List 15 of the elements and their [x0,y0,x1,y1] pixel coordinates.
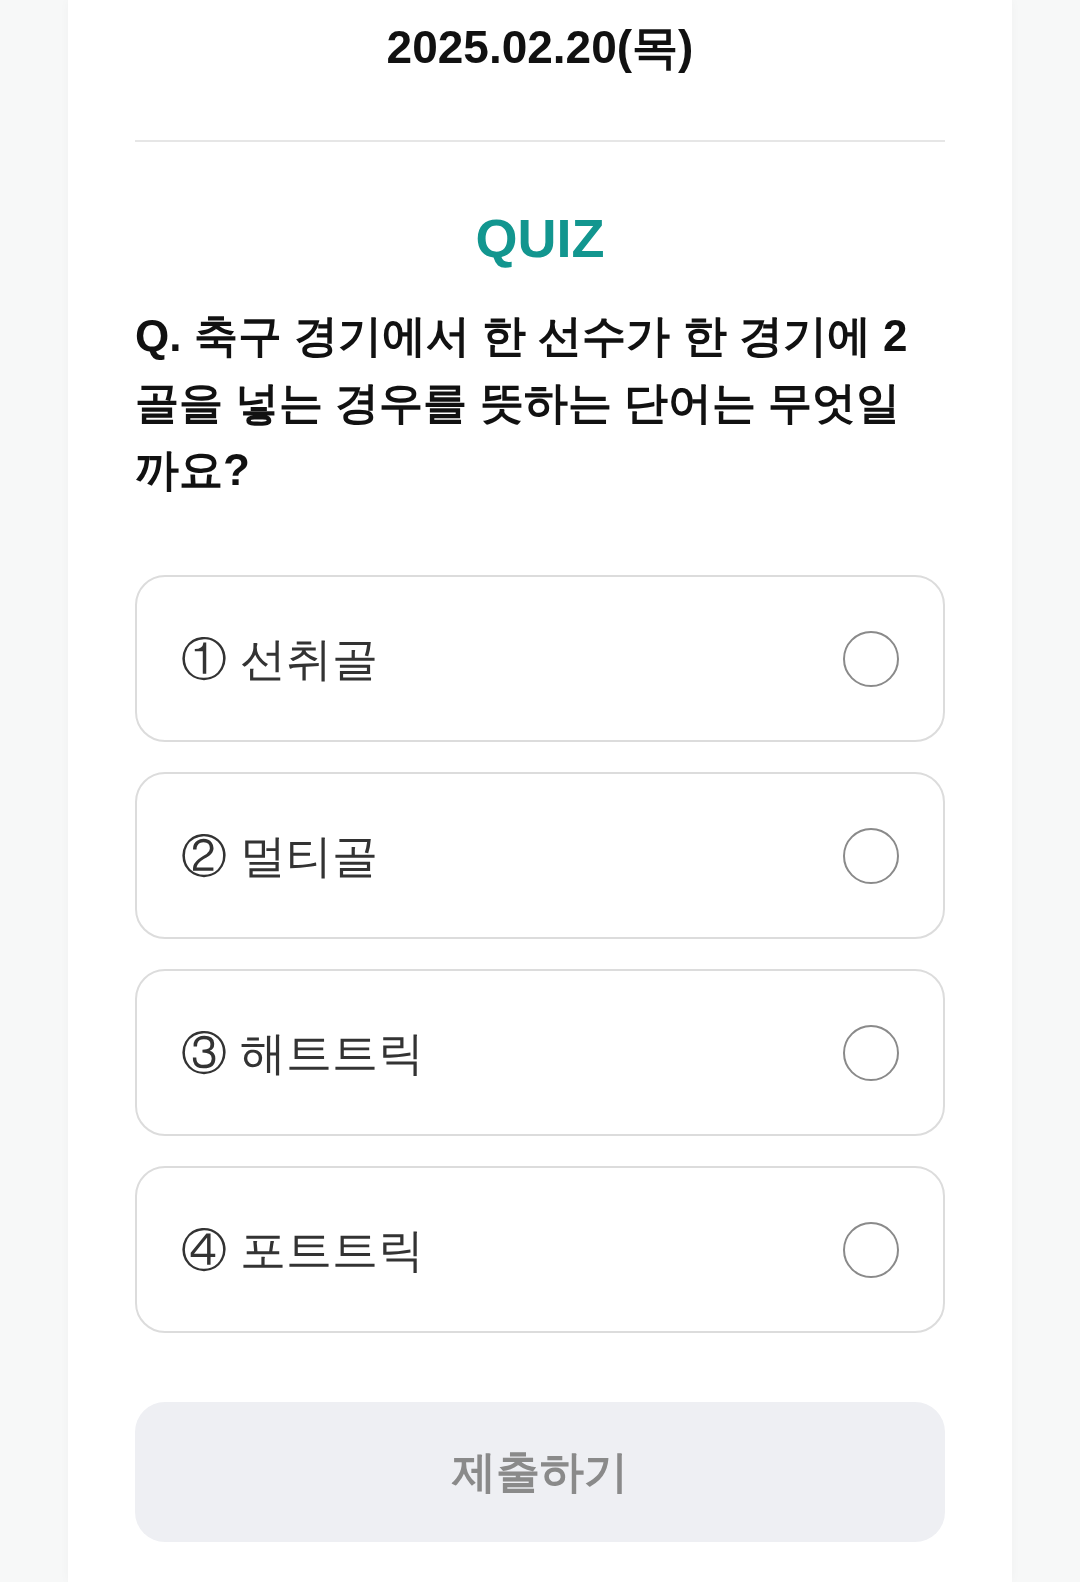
option-card[interactable]: ② 멀티골 [135,772,945,939]
radio-button[interactable] [843,1024,899,1081]
quiz-heading: QUIZ [475,208,605,268]
option-label: ① 선취골 [181,631,378,687]
date-text: 2025.02.20(목) [386,21,694,73]
option-label: ④ 포트트릭 [181,1222,424,1278]
option-label: ③ 해트트릭 [181,1025,424,1081]
radio-button[interactable] [843,1221,899,1278]
question-text: Q. 축구 경기에서 한 선수가 한 경기에 2골을 넣는 경우를 뜻하는 단어는 무엇일까요? [135,310,909,496]
radio-button[interactable] [843,827,899,884]
option-card[interactable]: ① 선취골 [135,575,945,742]
option-card[interactable]: ④ 포트트릭 [135,1166,945,1333]
radio-button[interactable] [843,630,899,687]
option-label: ② 멀티골 [181,828,378,884]
option-card[interactable]: ③ 해트트릭 [135,969,945,1136]
